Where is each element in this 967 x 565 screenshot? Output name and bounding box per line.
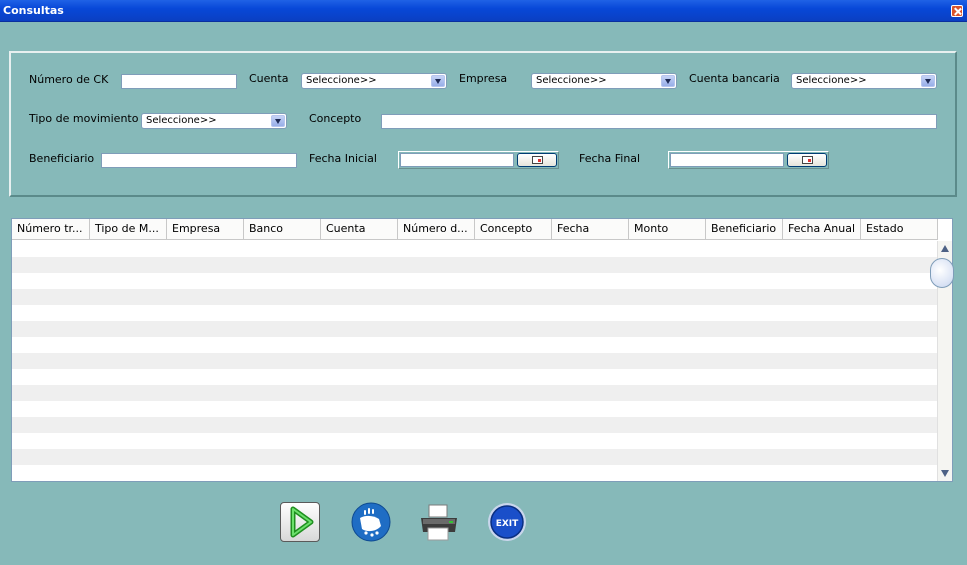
beneficiario-label: Beneficiario bbox=[29, 152, 95, 165]
title-bar: Consultas bbox=[0, 0, 967, 22]
chevron-down-icon[interactable] bbox=[661, 75, 675, 87]
table-row[interactable] bbox=[12, 401, 938, 417]
table-header: Número tr... Tipo de M... Empresa Banco … bbox=[12, 219, 938, 240]
window-title: Consultas bbox=[3, 4, 64, 17]
close-icon[interactable] bbox=[951, 5, 963, 17]
print-button[interactable] bbox=[418, 502, 458, 542]
fecha-final-picker bbox=[668, 151, 829, 169]
table-row[interactable] bbox=[12, 449, 938, 465]
table-row[interactable] bbox=[12, 433, 938, 449]
column-header[interactable]: Concepto bbox=[475, 219, 552, 240]
concepto-input[interactable] bbox=[381, 114, 937, 129]
table-row[interactable] bbox=[12, 289, 938, 305]
column-header[interactable]: Estado bbox=[861, 219, 938, 240]
table-row[interactable] bbox=[12, 273, 938, 289]
column-header[interactable]: Empresa bbox=[167, 219, 244, 240]
empresa-select[interactable]: Seleccione>> bbox=[531, 73, 677, 89]
column-header[interactable]: Fecha Anual bbox=[783, 219, 861, 240]
column-header[interactable]: Número tr... bbox=[12, 219, 90, 240]
exit-label: EXIT bbox=[496, 519, 519, 529]
chevron-down-icon[interactable] bbox=[271, 115, 285, 127]
table-row[interactable] bbox=[12, 465, 938, 481]
printer-icon bbox=[421, 504, 457, 541]
cuenta-select[interactable]: Seleccione>> bbox=[301, 73, 447, 89]
fecha-inicial-calendar-button[interactable] bbox=[517, 153, 557, 167]
scroll-down-icon[interactable] bbox=[941, 470, 949, 477]
table-row[interactable] bbox=[12, 305, 938, 321]
table-body bbox=[12, 241, 938, 481]
calendar-icon bbox=[532, 156, 543, 164]
scroll-thumb[interactable] bbox=[930, 258, 954, 288]
beneficiario-input[interactable] bbox=[101, 153, 297, 168]
wash-hands-icon bbox=[351, 502, 391, 542]
table-row[interactable] bbox=[12, 369, 938, 385]
fecha-inicial-label: Fecha Inicial bbox=[309, 152, 377, 165]
table-row[interactable] bbox=[12, 353, 938, 369]
fecha-inicial-picker bbox=[398, 151, 559, 169]
column-header[interactable]: Monto bbox=[629, 219, 706, 240]
play-arrow-icon bbox=[290, 506, 314, 538]
cuenta-bancaria-label: Cuenta bancaria bbox=[689, 72, 780, 85]
numero-ck-label: Número de CK bbox=[29, 73, 109, 86]
tipo-movimiento-label: Tipo de movimiento bbox=[29, 112, 139, 125]
numero-ck-input[interactable] bbox=[121, 74, 237, 89]
exit-button[interactable]: EXIT bbox=[487, 502, 527, 542]
cuenta-select-value: Seleccione>> bbox=[306, 75, 377, 86]
column-header[interactable]: Tipo de M... bbox=[90, 219, 167, 240]
tipo-movimiento-select-value: Seleccione>> bbox=[146, 115, 217, 126]
table-row[interactable] bbox=[12, 321, 938, 337]
column-header[interactable]: Número d... bbox=[398, 219, 475, 240]
scroll-up-icon[interactable] bbox=[941, 245, 949, 252]
fecha-final-calendar-button[interactable] bbox=[787, 153, 827, 167]
fecha-inicial-input[interactable] bbox=[400, 153, 514, 167]
fecha-final-input[interactable] bbox=[670, 153, 784, 167]
empresa-select-value: Seleccione>> bbox=[536, 75, 607, 86]
vertical-scrollbar[interactable] bbox=[930, 241, 954, 481]
empresa-label: Empresa bbox=[459, 72, 508, 85]
column-header[interactable]: Cuenta bbox=[321, 219, 398, 240]
calendar-icon bbox=[802, 156, 813, 164]
table-row[interactable] bbox=[12, 385, 938, 401]
exit-icon: EXIT bbox=[488, 503, 526, 541]
tipo-movimiento-select[interactable]: Seleccione>> bbox=[141, 113, 287, 129]
fecha-final-label: Fecha Final bbox=[579, 152, 641, 165]
column-header[interactable]: Fecha bbox=[552, 219, 629, 240]
concepto-label: Concepto bbox=[309, 112, 362, 125]
table-row[interactable] bbox=[12, 257, 938, 273]
table-row[interactable] bbox=[12, 337, 938, 353]
cuenta-label: Cuenta bbox=[249, 72, 289, 85]
column-header[interactable]: Beneficiario bbox=[706, 219, 783, 240]
table-row[interactable] bbox=[12, 417, 938, 433]
run-query-button[interactable] bbox=[280, 502, 320, 542]
clear-filters-button[interactable] bbox=[351, 502, 391, 542]
cuenta-bancaria-select-value: Seleccione>> bbox=[796, 75, 867, 86]
column-header[interactable]: Banco bbox=[244, 219, 321, 240]
table-row[interactable] bbox=[12, 241, 938, 257]
chevron-down-icon[interactable] bbox=[431, 75, 445, 87]
results-table: Número tr... Tipo de M... Empresa Banco … bbox=[11, 218, 954, 482]
chevron-down-icon[interactable] bbox=[921, 75, 935, 87]
cuenta-bancaria-select[interactable]: Seleccione>> bbox=[791, 73, 937, 89]
